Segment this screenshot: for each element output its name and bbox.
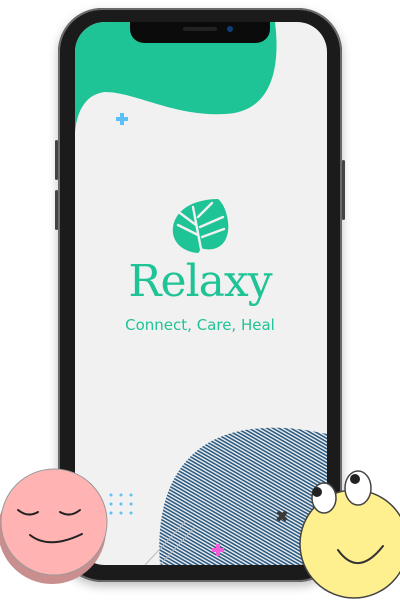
notch	[130, 22, 270, 43]
sleeping-face	[0, 468, 108, 584]
power-button	[342, 160, 345, 220]
volume-up-button	[55, 140, 58, 180]
speaker	[183, 27, 217, 31]
plus-icon	[116, 113, 128, 125]
monstera-leaf-logo	[172, 199, 229, 253]
app-name: Relaxy	[128, 256, 272, 307]
app-tagline: Connect, Care, Heal	[125, 316, 275, 334]
volume-down-button	[55, 190, 58, 230]
rolling-eyes-face	[299, 470, 400, 599]
front-camera	[227, 26, 233, 32]
